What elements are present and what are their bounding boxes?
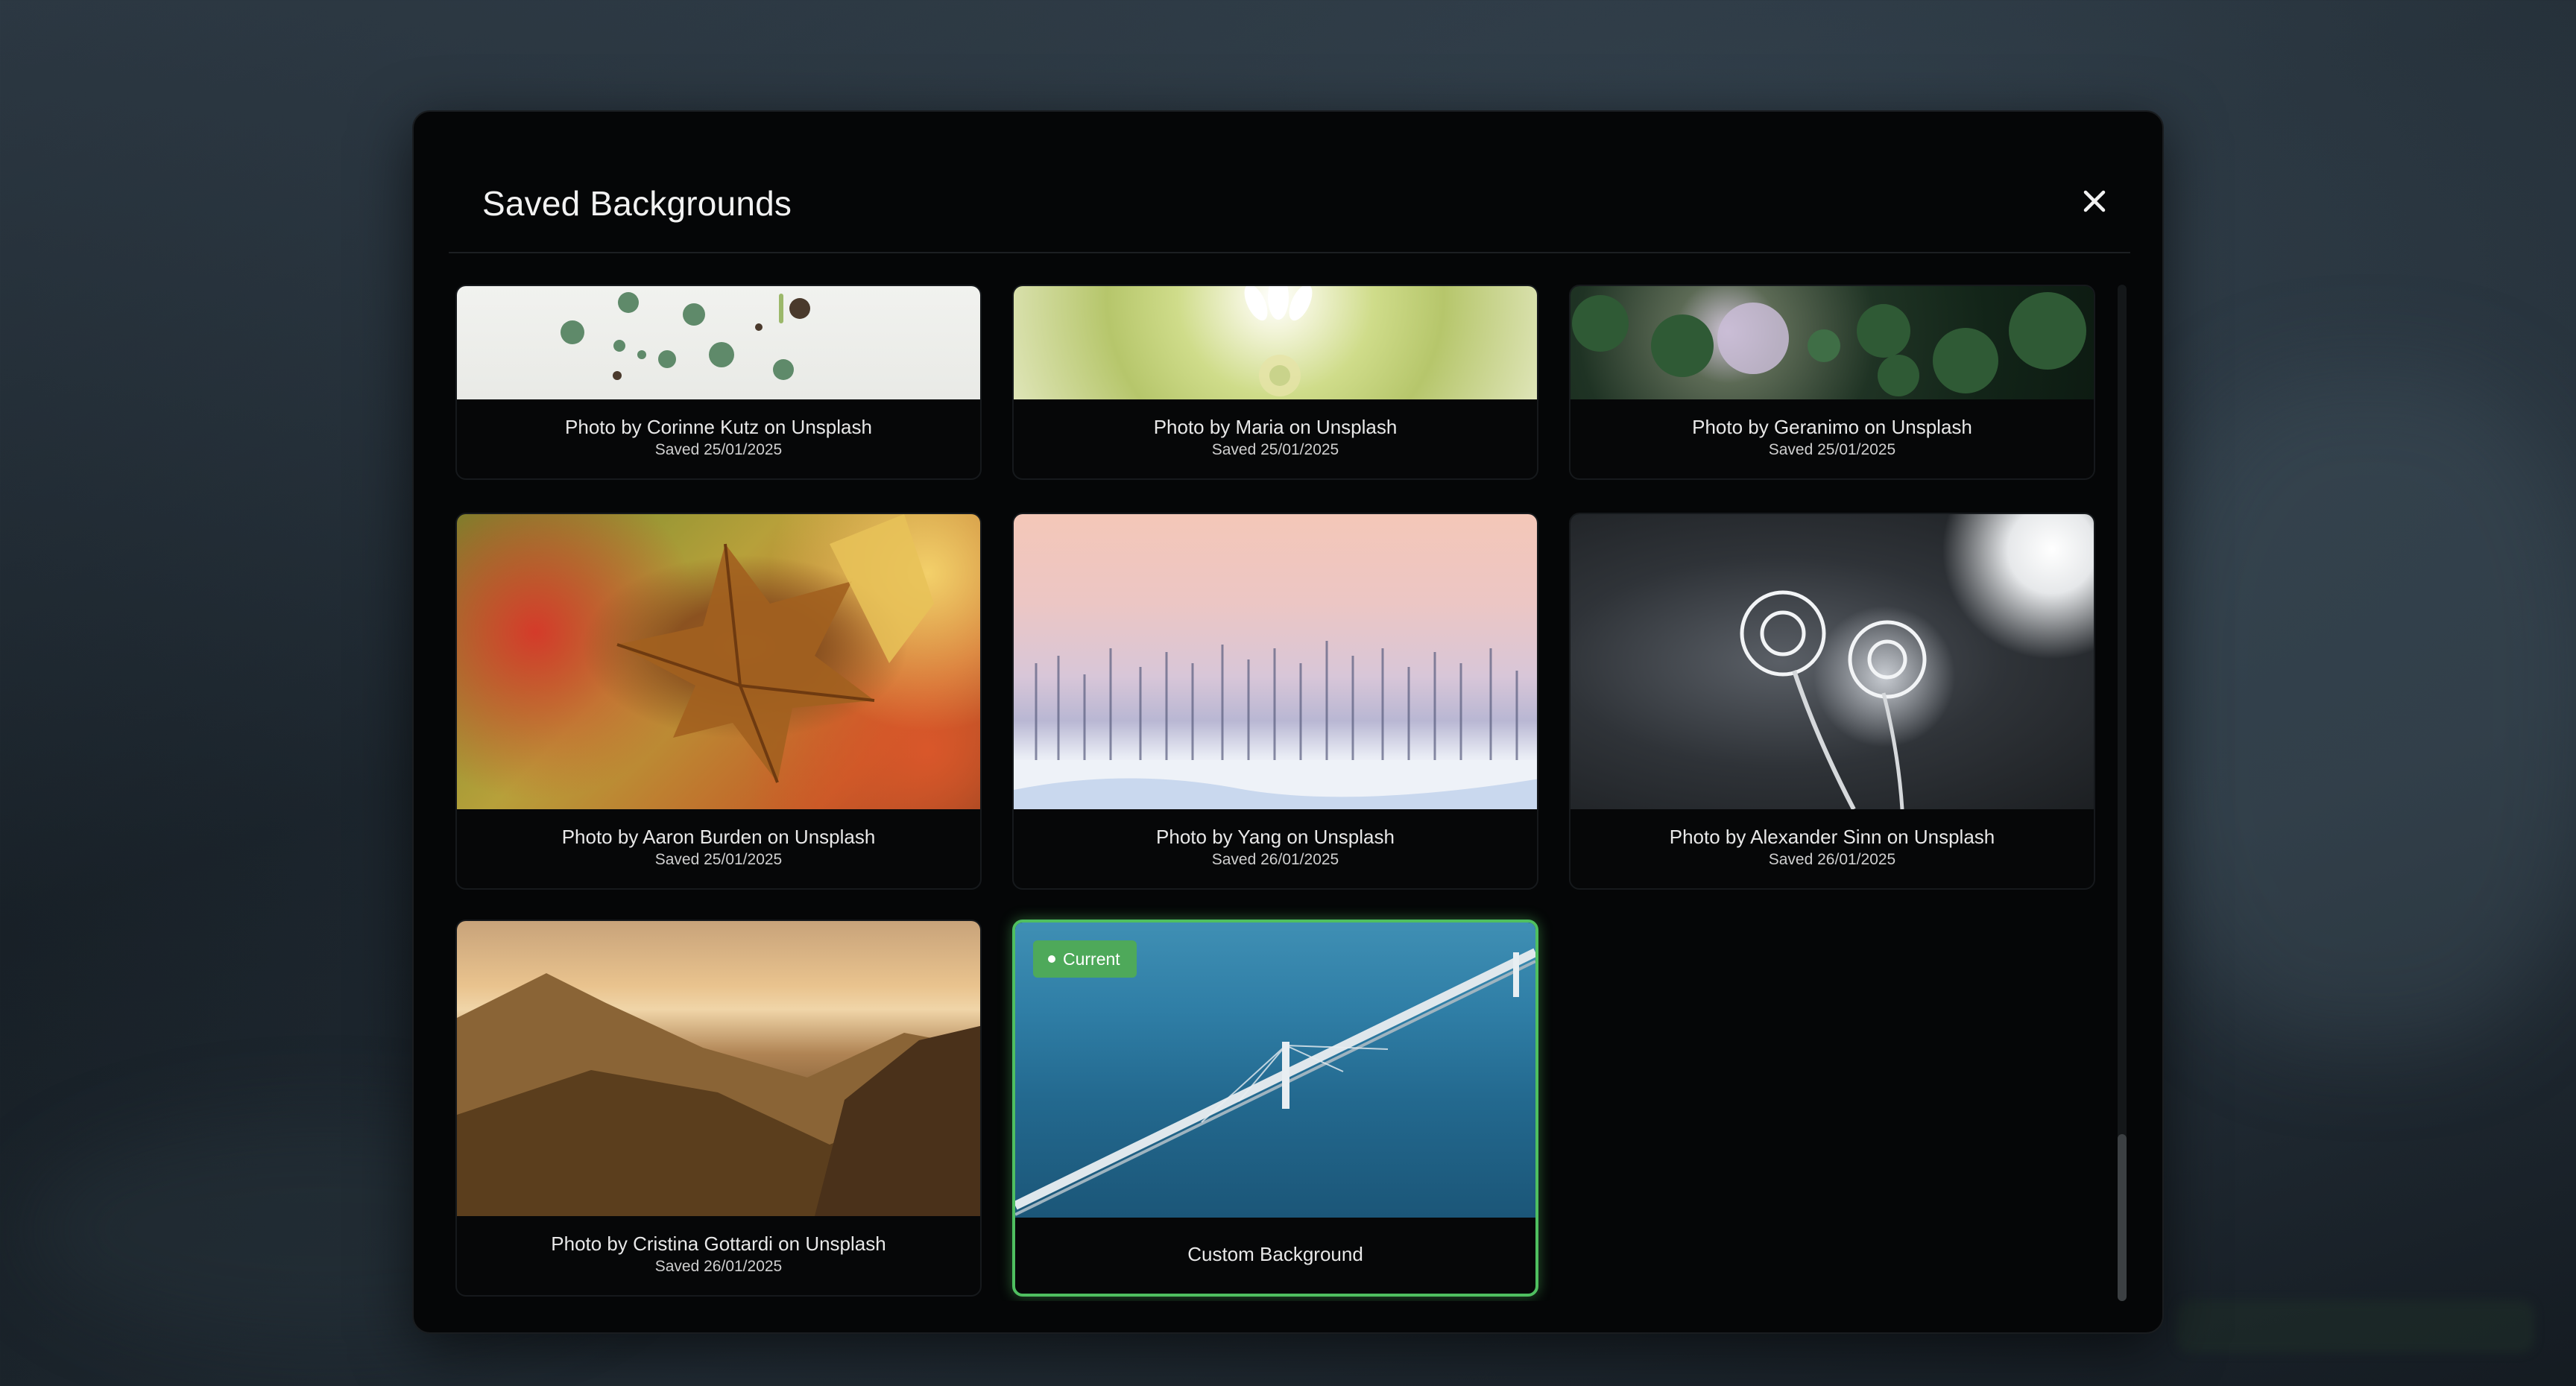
saved-date: Saved 25/01/2025	[654, 851, 783, 868]
saved-date: Saved 26/01/2025	[654, 1258, 783, 1275]
saved-date: Saved 26/01/2025	[1211, 851, 1339, 868]
snowy-trees-photo	[1014, 514, 1537, 809]
scrollbar-thumb[interactable]	[2118, 1134, 2127, 1301]
background-name: Custom Background	[1187, 1243, 1363, 1265]
saved-date: Saved 25/01/2025	[1211, 441, 1339, 458]
background-card-current[interactable]: Current Custom Background	[1012, 920, 1538, 1297]
card-caption: Custom Background	[1015, 1215, 1535, 1294]
card-caption: Photo by Aaron Burden on Unsplash Saved …	[457, 806, 980, 888]
photo-credit: Photo by Maria on Unsplash	[1153, 416, 1398, 438]
background-card[interactable]: Photo by Alexander Sinn on Unsplash Save…	[1569, 513, 2095, 890]
photo-credit: Photo by Geranimo on Unsplash	[1692, 416, 1972, 438]
saved-backgrounds-modal: Saved Backgrounds Photo by Corinne Kutz …	[412, 110, 2164, 1334]
current-badge-label: Current	[1063, 949, 1120, 969]
status-dot-icon	[1048, 955, 1055, 963]
photo-credit: Photo by Alexander Sinn on Unsplash	[1669, 826, 1995, 848]
succulents-photo	[457, 286, 980, 399]
daisy-photo	[1014, 286, 1537, 399]
card-caption: Photo by Maria on Unsplash Saved 25/01/2…	[1014, 396, 1537, 478]
frosted-plant-photo	[1570, 514, 2094, 811]
card-caption: Photo by Geranimo on Unsplash Saved 25/0…	[1570, 396, 2094, 478]
current-badge: Current	[1033, 940, 1137, 978]
background-card[interactable]: Photo by Cristina Gottardi on Unsplash S…	[455, 920, 982, 1297]
saved-date: Saved 25/01/2025	[1768, 441, 1896, 458]
mountain-sunset-photo	[457, 921, 980, 1216]
photo-credit: Photo by Cristina Gottardi on Unsplash	[551, 1232, 886, 1255]
card-caption: Photo by Cristina Gottardi on Unsplash S…	[457, 1213, 980, 1295]
modal-title: Saved Backgrounds	[482, 184, 792, 223]
background-card[interactable]: Photo by Maria on Unsplash Saved 25/01/2…	[1012, 285, 1538, 480]
forest-aerial-photo	[1570, 286, 2094, 399]
saved-date: Saved 25/01/2025	[654, 441, 783, 458]
background-card[interactable]: Photo by Yang on Unsplash Saved 26/01/20…	[1012, 513, 1538, 890]
backdrop-shape	[2147, 373, 2576, 1043]
scrollbar[interactable]	[2118, 285, 2127, 1301]
saved-date: Saved 26/01/2025	[1768, 851, 1896, 868]
autumn-leaf-photo	[457, 514, 980, 809]
close-button[interactable]	[2074, 180, 2115, 222]
background-card[interactable]: Photo by Aaron Burden on Unsplash Saved …	[455, 513, 982, 890]
modal-header: Saved Backgrounds	[449, 112, 2130, 253]
card-caption: Photo by Yang on Unsplash Saved 26/01/20…	[1014, 806, 1537, 888]
background-card[interactable]: Photo by Geranimo on Unsplash Saved 25/0…	[1569, 285, 2095, 480]
photo-credit: Photo by Yang on Unsplash	[1156, 826, 1395, 848]
card-caption: Photo by Corinne Kutz on Unsplash Saved …	[457, 396, 980, 478]
photo-credit: Photo by Aaron Burden on Unsplash	[561, 826, 876, 848]
card-caption: Photo by Alexander Sinn on Unsplash Save…	[1570, 806, 2094, 888]
backgrounds-grid[interactable]: Photo by Corinne Kutz on Unsplash Saved …	[455, 285, 2110, 1301]
background-card[interactable]: Photo by Corinne Kutz on Unsplash Saved …	[455, 285, 982, 480]
backdrop-pill	[2176, 1300, 2534, 1352]
close-icon	[2083, 190, 2106, 212]
bridge-aerial-photo: Current	[1015, 923, 1535, 1218]
photo-credit: Photo by Corinne Kutz on Unsplash	[565, 416, 872, 438]
